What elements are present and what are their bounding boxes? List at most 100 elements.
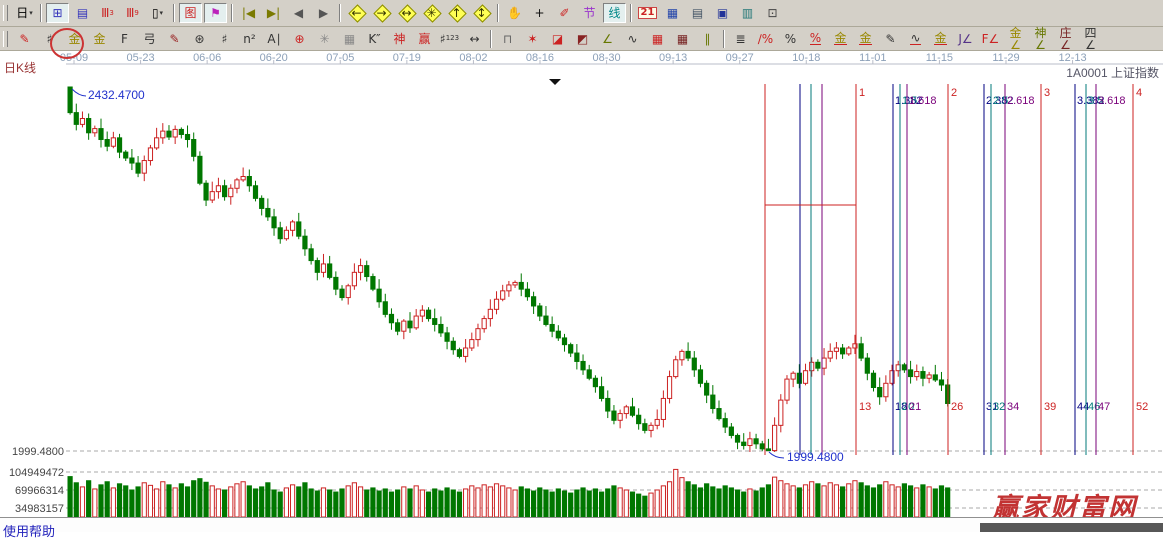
toolbar-grip[interactable] bbox=[3, 31, 8, 47]
si-angle-icon[interactable]: 四∠ bbox=[1079, 29, 1102, 49]
chart-area[interactable]: 05-0905-2306-0606-2007-0507-1908-0208-16… bbox=[0, 51, 1163, 518]
brush2-icon[interactable]: ✎ bbox=[163, 29, 186, 49]
width-measure-icon[interactable]: ↔ bbox=[463, 29, 486, 49]
n2-icon[interactable]: n² bbox=[238, 29, 261, 49]
fan-box-icon[interactable]: ◪ bbox=[546, 29, 569, 49]
info-list-icon[interactable]: ▤ bbox=[71, 3, 94, 23]
zoom-in-icon[interactable]: ↑ bbox=[445, 3, 468, 23]
next-page-icon[interactable]: ▶ bbox=[312, 3, 335, 23]
brush-icon[interactable]: ✎ bbox=[13, 29, 36, 49]
circle-tool-icon[interactable]: ⊛ bbox=[188, 29, 211, 49]
star-burst-icon[interactable]: ✳ bbox=[313, 29, 336, 49]
percent-icon[interactable]: % bbox=[779, 29, 802, 49]
mark-pointer-icon[interactable]: ✐ bbox=[553, 3, 576, 23]
brush2-icon: ✎ bbox=[169, 33, 179, 45]
scroll-marker-triangle-icon[interactable] bbox=[549, 79, 561, 85]
scroll-right-icon[interactable]: → bbox=[370, 3, 393, 23]
wave-tool-icon[interactable]: ∿ bbox=[904, 29, 927, 49]
gold-angle-icon[interactable]: 金∠ bbox=[1004, 29, 1027, 49]
toolbar-separator bbox=[173, 4, 175, 22]
abc-measure-icon[interactable]: A∣ bbox=[263, 29, 286, 49]
ruler-grid-icon[interactable]: ♯ bbox=[213, 29, 236, 49]
fan-rays-icon[interactable]: ✶ bbox=[521, 29, 544, 49]
shen-angle-icon[interactable]: 神∠ bbox=[1029, 29, 1052, 49]
svg-text:日K线: 日K线 bbox=[4, 61, 36, 75]
parallel-lines-icon[interactable]: ∥ bbox=[696, 29, 719, 49]
kline-pattern-icon[interactable]: 图 bbox=[179, 3, 202, 23]
mark-pointer-icon: ✐ bbox=[559, 7, 569, 19]
last-page-icon[interactable]: ▶| bbox=[262, 3, 285, 23]
memo-icon[interactable]: ▤ bbox=[686, 3, 709, 23]
boxed-grid-icon[interactable]: ▦ bbox=[338, 29, 361, 49]
svg-text:2.618: 2.618 bbox=[1007, 95, 1035, 107]
cycle-tool-icon[interactable]: 节 bbox=[578, 3, 601, 23]
matrix-icon[interactable]: ▦ bbox=[661, 3, 684, 23]
fan-box2-icon: ◩ bbox=[577, 33, 588, 45]
compass-icon[interactable]: ⊕ bbox=[288, 29, 311, 49]
toolbar-separator bbox=[630, 4, 632, 22]
gold-section-icon[interactable]: 金 bbox=[63, 29, 86, 49]
toolbar-grip[interactable] bbox=[3, 5, 8, 21]
save-icon: ▣ bbox=[717, 7, 728, 19]
export-icon[interactable]: ▥ bbox=[736, 3, 759, 23]
measure-brush-icon[interactable]: ✎ bbox=[879, 29, 902, 49]
j-angle-icon[interactable]: J∠ bbox=[954, 29, 977, 49]
k-note-icon[interactable]: K″ bbox=[363, 29, 386, 49]
kline-chart[interactable]: 05-0905-2306-0606-2007-0507-1908-0208-16… bbox=[0, 51, 1163, 518]
angle-lines-icon[interactable]: ∠ bbox=[596, 29, 619, 49]
svg-text:07-19: 07-19 bbox=[393, 52, 421, 64]
brush-icon: ✎ bbox=[19, 33, 29, 45]
svg-text:4: 4 bbox=[1136, 87, 1142, 99]
ma3-icon[interactable]: Ⅲ3 bbox=[96, 3, 119, 23]
f-angle-icon[interactable]: F∠ bbox=[979, 29, 1002, 49]
f-lines-icon[interactable]: F bbox=[113, 29, 136, 49]
save-icon[interactable]: ▣ bbox=[711, 3, 734, 23]
calendar-icon[interactable]: 21 bbox=[636, 3, 659, 23]
matrix-icon: ▦ bbox=[667, 7, 678, 19]
candle-style-icon[interactable]: ▯▾ bbox=[146, 3, 169, 23]
dropdown-caret-icon: ▾ bbox=[29, 10, 33, 17]
shen-icon[interactable]: 神 bbox=[388, 29, 411, 49]
red-grid-icon[interactable]: ▦ bbox=[646, 29, 669, 49]
gold-band-icon[interactable]: 金 bbox=[929, 29, 952, 49]
zoom-fit-icon[interactable]: ↔ bbox=[395, 3, 418, 23]
first-page-icon[interactable]: |◀ bbox=[237, 3, 260, 23]
next-page-icon: ▶ bbox=[319, 7, 328, 19]
gold-circle-icon[interactable]: 金 bbox=[829, 29, 852, 49]
percent-line-icon[interactable]: % bbox=[804, 29, 827, 49]
prev-page-icon[interactable]: ◀ bbox=[287, 3, 310, 23]
zigzag-icon[interactable]: ∿ bbox=[621, 29, 644, 49]
zhuang-angle-icon: 庄∠ bbox=[1055, 27, 1076, 51]
ying-icon[interactable]: 赢 bbox=[413, 29, 436, 49]
ruler-123-icon[interactable]: ♯123 bbox=[438, 29, 461, 49]
period-selector[interactable]: 日▾ bbox=[13, 3, 36, 23]
draw-line-panel-icon[interactable]: 线 bbox=[603, 3, 626, 23]
dark-grid-icon[interactable]: ▦ bbox=[671, 29, 694, 49]
window-layout-icon[interactable]: ⊞ bbox=[46, 3, 69, 23]
frame-tool-icon[interactable]: ⊓ bbox=[496, 29, 519, 49]
crosshair-icon[interactable]: + bbox=[528, 3, 551, 23]
ma9-icon[interactable]: Ⅲ9 bbox=[121, 3, 144, 23]
printer-icon[interactable]: ⊡ bbox=[761, 3, 784, 23]
gold-grid-icon[interactable]: 金 bbox=[88, 29, 111, 49]
fib-time-zone-lines[interactable]: 1.382181.5201.618212.382312.5322.618343.… bbox=[765, 84, 1148, 455]
zhuang-angle-icon[interactable]: 庄∠ bbox=[1054, 29, 1077, 49]
svg-text:05-23: 05-23 bbox=[126, 52, 154, 64]
gold-grid-icon: 金 bbox=[93, 33, 105, 45]
scroll-left-icon[interactable]: ← bbox=[345, 3, 368, 23]
trend-percent-icon[interactable]: ∕% bbox=[754, 29, 777, 49]
signal-flag-icon[interactable]: ⚑ bbox=[204, 3, 227, 23]
calendar-icon: 21 bbox=[638, 7, 658, 19]
zoom-out-icon[interactable]: ↕ bbox=[470, 3, 493, 23]
bow-tool-icon[interactable]: 弓 bbox=[138, 29, 161, 49]
zoom-all-icon[interactable]: ✳ bbox=[420, 3, 443, 23]
frame-tool-icon: ⊓ bbox=[503, 33, 512, 45]
zoom-out-icon: ↕ bbox=[476, 7, 486, 19]
wave-tool-icon: ∿ bbox=[910, 32, 920, 45]
gold-line-icon[interactable]: 金 bbox=[854, 29, 877, 49]
measure-brush-icon: ✎ bbox=[885, 33, 895, 45]
pan-hand-icon[interactable]: ✋ bbox=[503, 3, 526, 23]
levels-percent-icon[interactable]: ≣ bbox=[729, 29, 752, 49]
gann-grid-icon[interactable]: ♯ bbox=[38, 29, 61, 49]
fan-box2-icon[interactable]: ◩ bbox=[571, 29, 594, 49]
